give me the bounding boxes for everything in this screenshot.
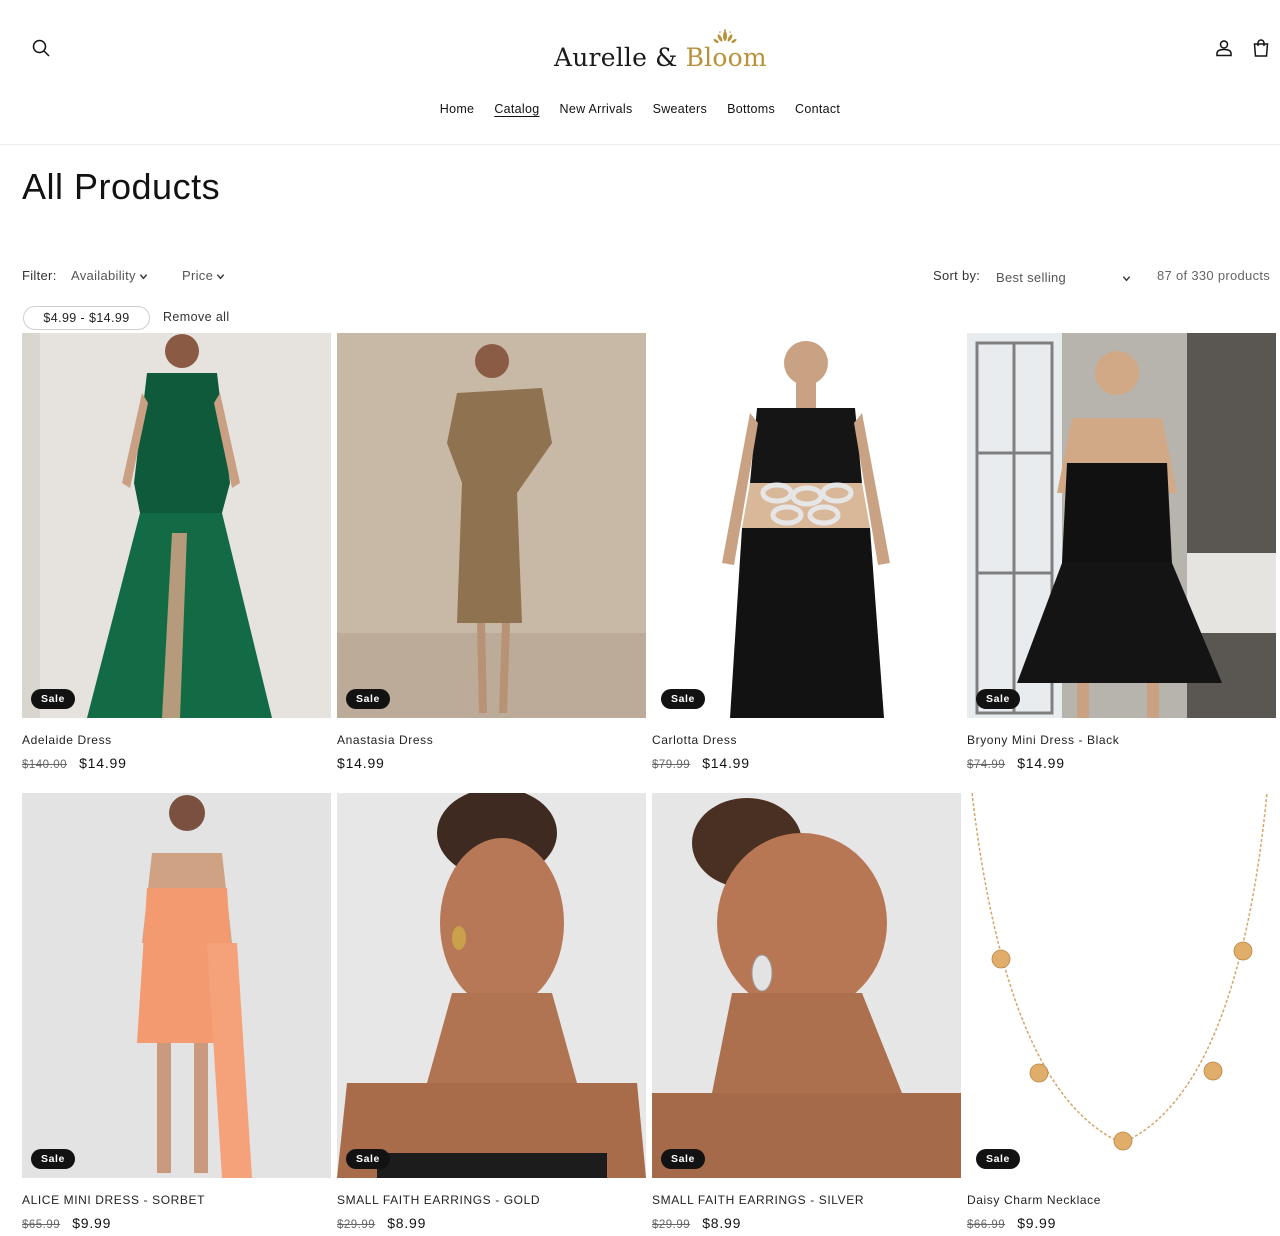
product-image[interactable]: Sale: [652, 333, 961, 718]
chevron-down-icon: [216, 274, 225, 280]
chevron-down-icon: [139, 274, 147, 280]
price-filter-label: Price: [182, 268, 214, 283]
product-prices: $79.99 $14.99: [652, 755, 961, 771]
product-prices: $14.99: [337, 755, 646, 771]
product-card-bryony-mini-dress-black[interactable]: Sale Bryony Mini Dress - Black $74.99 $1…: [967, 333, 1276, 771]
product-card-daisy-charm-necklace[interactable]: Sale Daisy Charm Necklace $66.99 $9.99: [967, 793, 1276, 1231]
sale-price: $14.99: [1017, 755, 1065, 771]
product-image[interactable]: Sale: [652, 793, 961, 1178]
brand-name-part1: Aurelle: [554, 43, 648, 72]
brand-name-part2-text: Bloom: [685, 43, 767, 72]
sale-badge: Sale: [976, 1149, 1020, 1169]
regular-price: $29.99: [652, 1219, 691, 1231]
page-title: All Products: [22, 166, 221, 207]
sale-price: $9.99: [72, 1215, 112, 1231]
sort-label: Sort by:: [933, 268, 981, 283]
product-image[interactable]: Sale: [22, 793, 331, 1178]
product-card-small-faith-earrings-silver[interactable]: Sale SMALL FAITH EARRINGS - SILVER $29.9…: [652, 793, 961, 1231]
sale-badge: Sale: [346, 689, 390, 709]
regular-price: $74.99: [967, 759, 1006, 771]
product-name[interactable]: Anastasia Dress: [337, 733, 646, 747]
nav-catalog[interactable]: Catalog: [484, 100, 549, 118]
product-name[interactable]: ALICE MINI DRESS - SORBET: [22, 1193, 331, 1207]
product-name[interactable]: SMALL FAITH EARRINGS - SILVER: [652, 1193, 961, 1207]
availability-filter[interactable]: Availability: [71, 268, 148, 283]
nav-home[interactable]: Home: [430, 100, 485, 118]
price-filter[interactable]: Price: [182, 268, 225, 283]
product-card-alice-mini-dress-sorbet[interactable]: Sale ALICE MINI DRESS - SORBET $65.99 $9…: [22, 793, 331, 1231]
regular-price: $79.99: [652, 759, 691, 771]
availability-filter-label: Availability: [71, 268, 136, 283]
sale-price: $9.99: [1017, 1215, 1057, 1231]
remove-all-filters-link[interactable]: Remove all: [163, 310, 230, 324]
sort-selected-value: Best selling: [996, 270, 1067, 285]
sale-price: $14.99: [337, 755, 385, 771]
product-card-small-faith-earrings-gold[interactable]: Sale SMALL FAITH EARRINGS - GOLD $29.99 …: [337, 793, 646, 1231]
filter-label: Filter:: [22, 268, 57, 283]
chevron-down-icon: [1122, 276, 1131, 282]
lotus-icon: [712, 29, 737, 44]
product-name[interactable]: Bryony Mini Dress - Black: [967, 733, 1276, 747]
product-prices: $66.99 $9.99: [967, 1215, 1276, 1231]
product-prices: $74.99 $14.99: [967, 755, 1276, 771]
product-image[interactable]: Sale: [22, 333, 331, 718]
sale-price: $8.99: [702, 1215, 742, 1231]
product-count: 87 of 330 products: [1157, 268, 1271, 283]
sale-price: $8.99: [387, 1215, 427, 1231]
nav-sweaters[interactable]: Sweaters: [643, 100, 718, 118]
product-card-adelaide-dress[interactable]: Sale Adelaide Dress $140.00 $14.99: [22, 333, 331, 771]
product-image[interactable]: Sale: [967, 333, 1276, 718]
product-prices: $29.99 $8.99: [337, 1215, 646, 1231]
search-icon[interactable]: [29, 36, 53, 60]
sort-select[interactable]: Best selling: [996, 270, 1131, 285]
product-name[interactable]: Daisy Charm Necklace: [967, 1193, 1276, 1207]
site-header: Aurelle & Bloom Home Catalog New Arrival: [0, 0, 1280, 145]
product-prices: $140.00 $14.99: [22, 755, 331, 771]
nav-contact[interactable]: Contact: [785, 100, 850, 118]
nav-bottoms[interactable]: Bottoms: [717, 100, 785, 118]
product-name[interactable]: Carlotta Dress: [652, 733, 961, 747]
main-nav: Home Catalog New Arrivals Sweaters Botto…: [0, 100, 1280, 118]
sale-badge: Sale: [661, 689, 705, 709]
product-card-carlotta-dress[interactable]: Sale Carlotta Dress $79.99 $14.99: [652, 333, 961, 771]
bag-icon[interactable]: [1249, 36, 1273, 60]
regular-price: $140.00: [22, 759, 68, 771]
active-price-filter-chip[interactable]: $4.99 - $14.99: [23, 306, 150, 330]
nav-new-arrivals[interactable]: New Arrivals: [550, 100, 643, 118]
product-name[interactable]: Adelaide Dress: [22, 733, 331, 747]
sale-price: $14.99: [79, 755, 127, 771]
product-prices: $29.99 $8.99: [652, 1215, 961, 1231]
regular-price: $66.99: [967, 1219, 1006, 1231]
sale-badge: Sale: [31, 689, 75, 709]
sale-badge: Sale: [346, 1149, 390, 1169]
product-card-anastasia-dress[interactable]: Sale Anastasia Dress $14.99: [337, 333, 646, 771]
product-prices: $65.99 $9.99: [22, 1215, 331, 1231]
brand-name-part2: Bloom: [685, 29, 767, 72]
regular-price: $65.99: [22, 1219, 61, 1231]
product-image[interactable]: Sale: [337, 793, 646, 1178]
sale-badge: Sale: [31, 1149, 75, 1169]
product-name[interactable]: SMALL FAITH EARRINGS - GOLD: [337, 1193, 646, 1207]
product-image[interactable]: Sale: [337, 333, 646, 718]
brand-logo[interactable]: Aurelle & Bloom: [554, 28, 767, 72]
user-icon[interactable]: [1212, 36, 1236, 60]
sale-badge: Sale: [661, 1149, 705, 1169]
brand-ampersand: &: [655, 43, 678, 72]
sale-price: $14.99: [702, 755, 750, 771]
product-image[interactable]: Sale: [967, 793, 1276, 1178]
regular-price: $29.99: [337, 1219, 376, 1231]
sale-badge: Sale: [976, 689, 1020, 709]
